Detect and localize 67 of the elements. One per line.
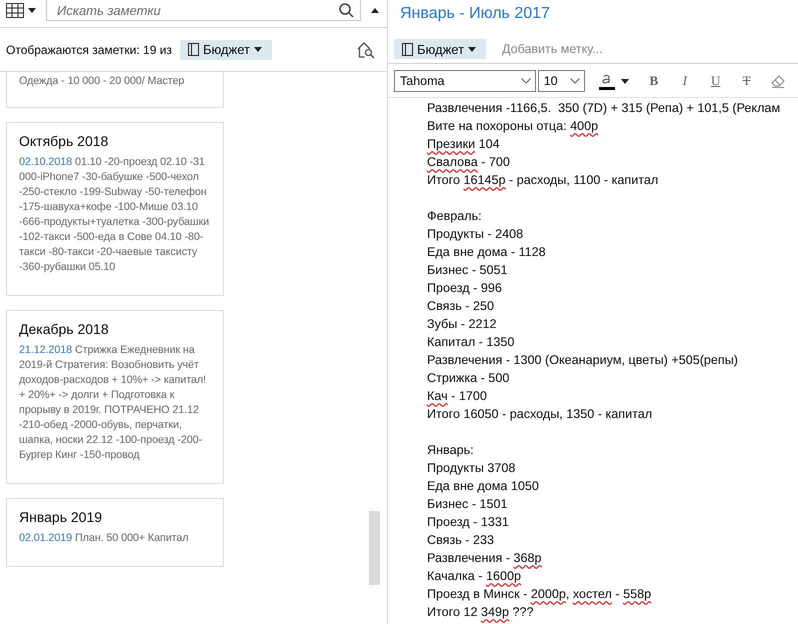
note-text-line: Бизнес - 5051 [427,262,509,279]
view-switch-button[interactable] [6,3,36,18]
underline-button[interactable]: U [701,69,730,93]
note-text-line: Развлечения - 368р [427,550,543,567]
grid-icon [6,3,24,18]
notebook-search-button[interactable] [357,40,375,58]
note-text-line: Еда вне дома - 1128 [427,244,547,261]
note-text-line: Продукты 3708 [427,460,516,477]
note-preview: 02.10.2018 01.10 -20-проезд 02.10 -31 000-iPhone7 -30-бабушке -500-чехол -250-стекло -199-Subway -50-телефон -175-шавуха+кофе -100-Мише 03.10 -666-продукты+туалетка -300-рубашки -102-такси -500-еда в Сове 04.10 -80-такси -80-такси -20-чаевые таксисту -360-рубашки 05.10 [19,155,210,275]
scrollbar-thumb[interactable] [369,511,380,585]
note-text-line: Вите на похороны отца: 400р [427,118,600,135]
note-preview: 02.01.2019 План. 50 000+ Капитал [19,531,190,546]
house-search-icon [357,40,375,58]
strike-button[interactable]: T [732,69,762,93]
note-text-line: Капитал - 1350 [427,334,516,351]
collapse-button[interactable] [371,8,379,13]
search-icon [339,2,354,18]
note-text-line: Развлечения - 1300 (Океанариум, цветы) +505(репы) [427,352,739,369]
eraser-icon [770,74,785,88]
note-title: Октябрь 2018 [19,133,110,149]
notebook-icon [188,43,199,56]
font-select[interactable]: Tahoma [394,70,536,92]
bold-button[interactable]: B [639,69,668,93]
note-card[interactable]: Одежда - 10 000 - 20 000/ Мастер [6,72,224,108]
notebook-tag-button[interactable]: Бюджет [180,40,272,60]
note-text-line: Кач - 1700 [427,388,488,405]
note-card[interactable] [6,122,224,296]
note-text-line: Еда вне дома 1050 [427,478,540,495]
note-title: Январь - Июль 2017 [399,4,551,24]
note-text-line: Связь - 233 [427,532,496,549]
note-text-line: Свалова - 700 [427,154,511,171]
font-size-select[interactable]: 10 [538,70,586,92]
note-text-line: Зубы - 2212 [427,316,498,333]
note-text-line: Проезд в Минск - 2000р, хостел - 558р [427,586,652,603]
note-text-line: Итого 16145р - расходы, 1100 - капитал [427,172,660,189]
note-text-line: Бизнес - 1501 [427,496,509,513]
search-field[interactable]: Искать заметки [46,0,361,21]
note-preview: Одежда - 10 000 - 20 000/ Мастер [19,74,186,89]
caret-icon [28,8,36,13]
note-title: Январь 2019 [19,509,104,525]
caret-icon [468,46,476,52]
text-color-icon [599,72,616,90]
caret-icon [621,78,630,84]
italic-button[interactable]: I [670,69,700,93]
notebook-tag-button[interactable]: Бюджет [394,39,486,59]
note-text-line: Стрижка - 500 [427,370,510,387]
note-text-line: Февраль: [427,208,483,225]
notebook-icon [402,42,413,56]
caret-icon [254,47,262,52]
note-text-line: Качалка - 1600р [427,568,522,585]
note-card[interactable] [6,310,224,484]
chevron-down-icon [570,78,580,84]
note-text-line: Проезд - 996 [427,280,503,297]
note-text-line: Итого 16050 - расходы, 1350 - капитал [427,406,654,423]
note-text-line: Развлечения -1166,5. 350 (7D) + 315 (Репа) + 101,5 (Реклам [427,100,782,117]
note-card[interactable]: Январь 2019 02.01.2019 План. 50 000+ Капитал [6,498,224,567]
note-text-line: Продукты - 2408 [427,226,524,243]
note-text-line: Связь - 250 [427,298,496,315]
note-title: Декабрь 2018 [19,321,110,337]
note-text-line: Презики 104 [427,136,501,153]
note-text-line: Итого 12 349р ??? [427,604,535,621]
chevron-down-icon [520,78,531,84]
note-text-line: Январь: [427,442,475,459]
notes-count-label: Отображаются заметки: 19 из [6,42,172,56]
note-preview: 21.12.2018 Стрижка Ежедневник на 2019-й Стратегия: Возобновить учёт доходов-расходов + 10%+ -> капитал! + 20%+ -> долги + Подготовка к прорыву в 2019г. ПОТРАЧЕНО 21.12 -210-обед -2000-обувь, перчатки, шапка, носки 22.12 -100-проезд -200-Бургер Кинг -150-провод [19,343,207,463]
note-text-line: Проезд - 1331 [427,514,510,531]
caret-up-icon [371,8,379,13]
